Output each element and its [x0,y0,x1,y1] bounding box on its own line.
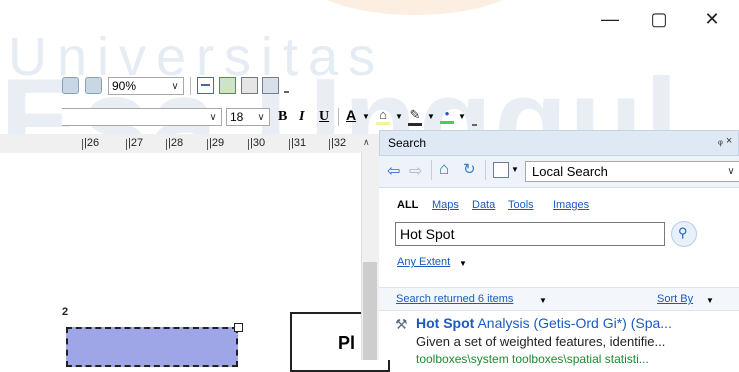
chevron-down-icon[interactable]: ▼ [706,296,714,305]
toolbar-divider [190,77,191,95]
chevron-down-icon: ∨ [209,111,217,123]
bold-button[interactable]: B [278,109,287,125]
map-frame[interactable] [66,327,238,367]
search-pane-title: Search [388,136,427,150]
print-preview-icon[interactable] [262,77,279,94]
font-size-combo[interactable]: 18 ∨ [226,108,270,126]
ruler-tick: |29 [206,137,225,150]
fill-color-icon[interactable]: ⌂ [376,107,390,125]
chevron-down-icon[interactable]: ▼ [395,112,403,121]
search-result[interactable]: ⚒ Hot Spot Analysis (Getis-Ord Gi*) (Spa… [379,312,739,366]
horizontal-ruler: |26 |27 |28 |29 |30 |31 |32 [0,134,379,154]
underline-button[interactable]: U [319,109,329,125]
marker-color-icon[interactable]: • [440,106,454,124]
toolbar-overflow-grip[interactable] [284,81,289,93]
results-summary-bar: Search returned 6 items ▼ Sort By ▼ [379,287,739,311]
chevron-down-icon[interactable]: ▼ [427,112,435,121]
ruler-tick: |31 [288,137,307,150]
sort-by-link[interactable]: Sort By [657,293,693,305]
chevron-down-icon: ∨ [727,166,735,177]
forward-arrow-icon[interactable]: ⇨ [409,161,422,181]
ruler-tick: |30 [247,137,266,150]
tab-tools[interactable]: Tools [508,199,534,211]
watermark-blob [300,0,530,15]
tab-all[interactable]: ALL [397,199,418,211]
close-button[interactable]: ✕ [692,2,732,36]
home-icon[interactable]: ⌂ [439,159,449,179]
chevron-down-icon[interactable]: ▼ [362,112,370,121]
map-grid-icon[interactable] [219,77,236,94]
search-pane-header: Search ᵩ × [379,130,739,156]
page-layout-icon[interactable] [197,77,214,94]
tool-icon: ⚒ [395,316,408,332]
data-frame-label: 2 [62,306,69,318]
search-icon: ⚲ [678,225,688,240]
font-name-combo[interactable]: ∨ [62,108,222,126]
result-path: toolboxes\system toolboxes\spatial stati… [416,352,649,366]
back-extent-icon[interactable] [62,77,79,94]
search-input[interactable]: Hot Spot [395,222,665,246]
view-options-icon[interactable] [493,162,509,178]
ruler-tick: |28 [165,137,184,150]
toolbar-divider [485,160,486,180]
ruler-tick: |27 [125,137,144,150]
chevron-down-icon[interactable]: ▼ [511,165,519,174]
ruler-tick: |26 [81,137,100,150]
ruler-tick: |32 [328,137,347,150]
search-toolbar: ⇦ ⇨ ⌂ ↻ ▼ Local Search ∨ [379,156,739,188]
toggle-draft-icon[interactable] [241,77,258,94]
zoom-value: 90% [112,79,137,93]
layout-toolbar: 90% ∨ [0,73,350,99]
italic-button[interactable]: I [299,109,304,125]
draw-toolbar: ∨ 18 ∨ B I U A ▼ ⌂ ▼ ✎ ▼ • ▼ [0,104,600,130]
extent-link[interactable]: Any Extent [397,256,450,268]
toolbar-overflow-grip[interactable] [472,114,477,126]
result-description: Given a set of weighted features, identi… [416,334,666,349]
chevron-down-icon: ∨ [257,111,265,123]
tab-images[interactable]: Images [553,199,589,211]
scrollbar-thumb[interactable] [363,262,377,360]
maximize-button[interactable]: ▢ [639,2,679,36]
font-color-button[interactable]: A [346,107,356,123]
chevron-down-icon[interactable]: ▼ [539,296,547,305]
forward-extent-icon[interactable] [85,77,102,94]
search-scope-combo[interactable]: Local Search ∨ [525,161,739,182]
chevron-down-icon[interactable]: ▼ [458,112,466,121]
back-arrow-icon[interactable]: ⇦ [387,161,400,181]
scroll-up-icon[interactable]: ∧ [363,137,370,148]
minimize-button[interactable]: — [590,2,630,36]
tab-data[interactable]: Data [472,199,495,211]
selection-handle[interactable] [234,323,243,332]
search-button[interactable]: ⚲ [671,221,697,247]
zoom-combo[interactable]: 90% ∨ [108,77,184,95]
toolbar-divider [338,108,339,126]
text-frame-content: Pl [338,333,356,353]
pin-icon[interactable]: ᵩ × [718,135,732,147]
toolbar-divider [431,160,432,180]
font-size-value: 18 [230,110,244,124]
chevron-down-icon[interactable]: ▼ [459,259,467,268]
search-scope-value: Local Search [532,164,608,179]
line-color-icon[interactable]: ✎ [408,107,422,126]
tab-maps[interactable]: Maps [432,199,459,211]
results-count-link[interactable]: Search returned 6 items [396,293,513,305]
refresh-icon[interactable]: ↻ [463,160,476,178]
result-title[interactable]: Hot Spot Analysis (Getis-Ord Gi*) (Spa..… [416,315,738,331]
chevron-down-icon: ∨ [171,80,179,92]
